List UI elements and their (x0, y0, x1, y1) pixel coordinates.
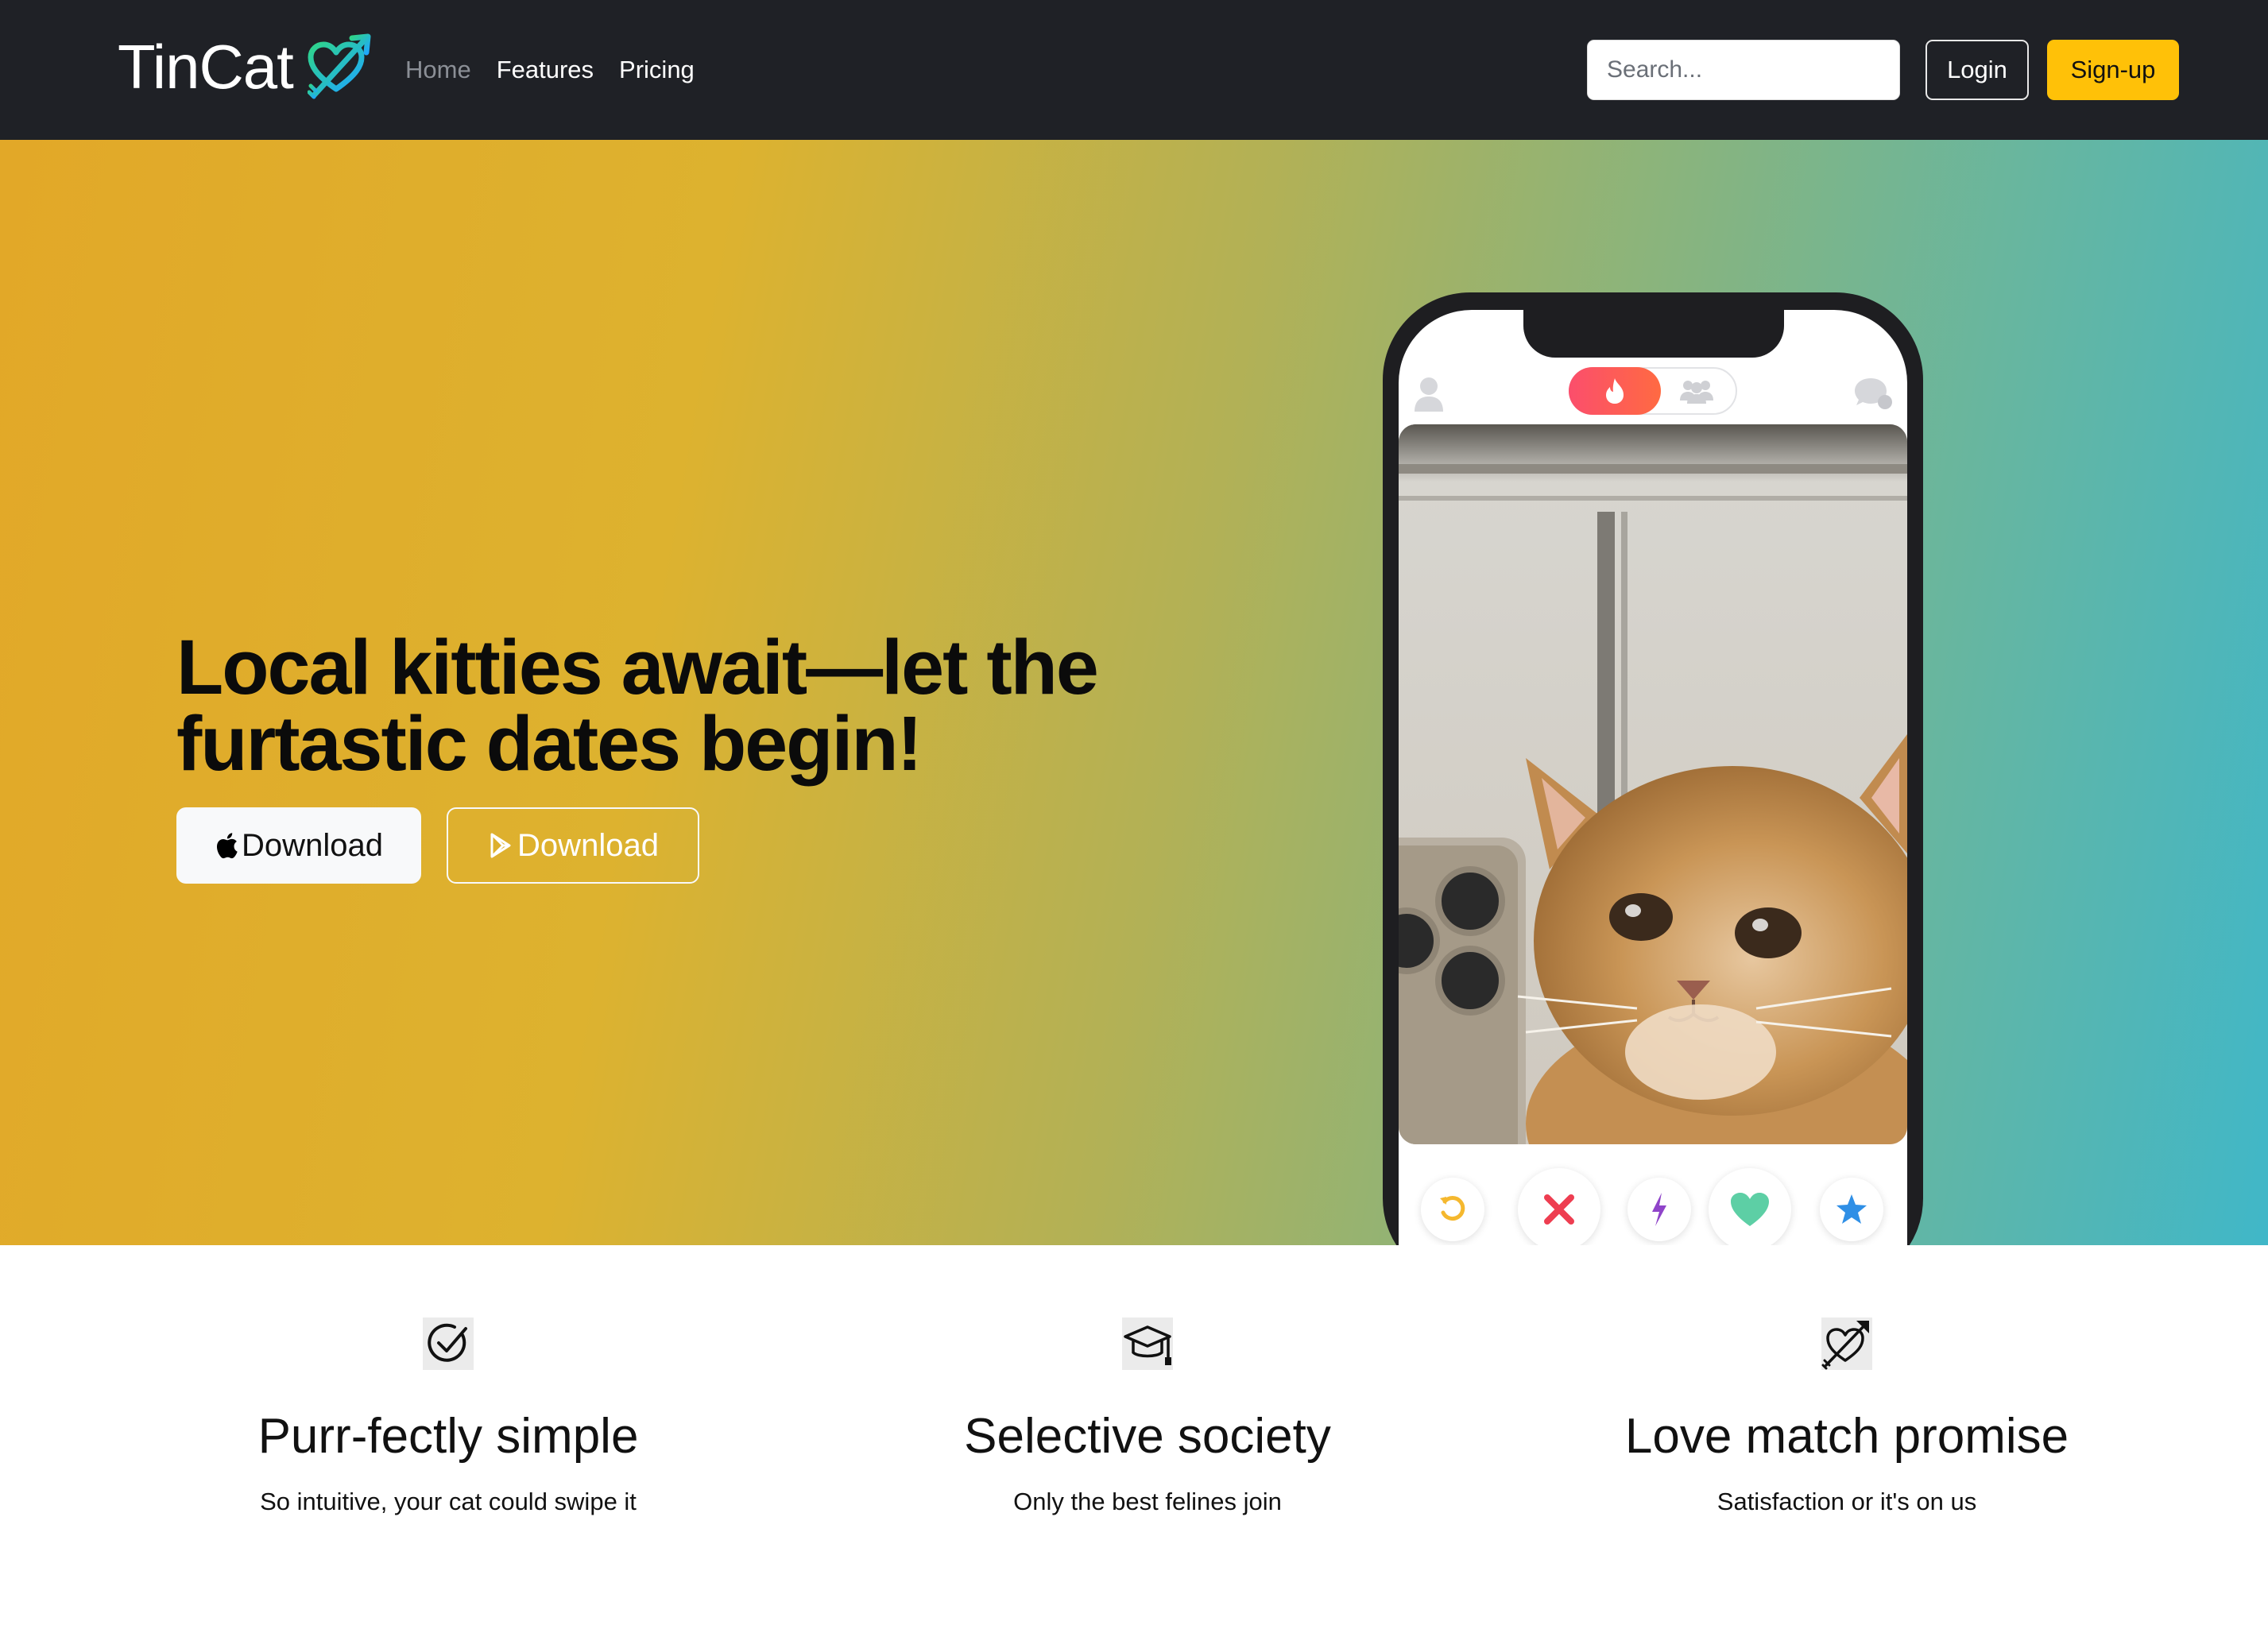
super-like-icon (1836, 1194, 1867, 1224)
app-store-download-label: Download (242, 827, 383, 863)
nav-link-home[interactable]: Home (405, 52, 471, 87)
login-button[interactable]: Login (1925, 40, 2029, 100)
rewind-button[interactable] (1421, 1178, 1484, 1241)
chat-icon[interactable] (1853, 375, 1893, 413)
nav-link-pricing[interactable]: Pricing (619, 52, 695, 87)
check-circle-icon (423, 1318, 474, 1370)
hero-headline: Local kitties await—let the furtastic da… (176, 624, 1099, 787)
profile-icon[interactable] (1413, 375, 1445, 413)
brand-name: TinCat (118, 32, 294, 102)
toggle-flame[interactable] (1569, 367, 1661, 415)
feature-love-match: Love match promise Satisfaction or it's … (1497, 1318, 2196, 1519)
like-icon (1731, 1193, 1769, 1226)
mortarboard-icon (1122, 1318, 1173, 1370)
cat-photo-illustration (1399, 424, 1907, 1144)
brand[interactable]: TinCat (118, 29, 371, 105)
app-store-download-button[interactable]: Download (176, 807, 421, 884)
google-play-download-label: Download (517, 827, 659, 863)
apple-icon (217, 833, 238, 859)
feature-title: Love match promise (1624, 1409, 2069, 1464)
feature-selective: Selective society Only the best felines … (798, 1318, 1497, 1519)
nav-link-features[interactable]: Features (497, 52, 594, 87)
navbar: TinCat Home Features Pricing Login Sign-… (0, 0, 2268, 140)
nav-links: Home Features Pricing (405, 52, 695, 87)
feature-simple: Purr-fectly simple So intuitive, your ca… (99, 1318, 798, 1519)
nope-button[interactable] (1518, 1168, 1600, 1245)
feature-description: So intuitive, your cat could swipe it (260, 1488, 637, 1515)
phone-notch (1523, 310, 1784, 358)
feature-description: Satisfaction or it's on us (1716, 1488, 1977, 1515)
heart-arrow-icon (1821, 1318, 1872, 1370)
boost-icon (1652, 1193, 1666, 1226)
feature-title: Selective society (964, 1409, 1331, 1464)
rewind-icon (1440, 1196, 1465, 1221)
flame-icon (1606, 378, 1624, 404)
super-like-button[interactable] (1820, 1178, 1883, 1241)
signup-button[interactable]: Sign-up (2047, 40, 2179, 100)
feature-description: Only the best felines join (1013, 1488, 1282, 1515)
phone-screen (1399, 310, 1907, 1245)
like-button[interactable] (1709, 1168, 1791, 1245)
heart-arrow-logo-icon (307, 33, 371, 99)
nope-icon (1544, 1194, 1574, 1225)
group-icon[interactable] (1677, 377, 1716, 405)
boost-button[interactable] (1627, 1178, 1691, 1241)
mode-toggle[interactable] (1569, 367, 1737, 415)
hero-section: Local kitties await—let the furtastic da… (0, 140, 2268, 1245)
google-play-icon (490, 833, 511, 858)
search-input[interactable] (1587, 40, 1900, 100)
phone-mockup (1383, 292, 1923, 1245)
feature-title: Purr-fectly simple (257, 1409, 639, 1464)
google-play-download-button[interactable]: Download (447, 807, 699, 884)
cat-profile-photo[interactable] (1399, 424, 1907, 1144)
